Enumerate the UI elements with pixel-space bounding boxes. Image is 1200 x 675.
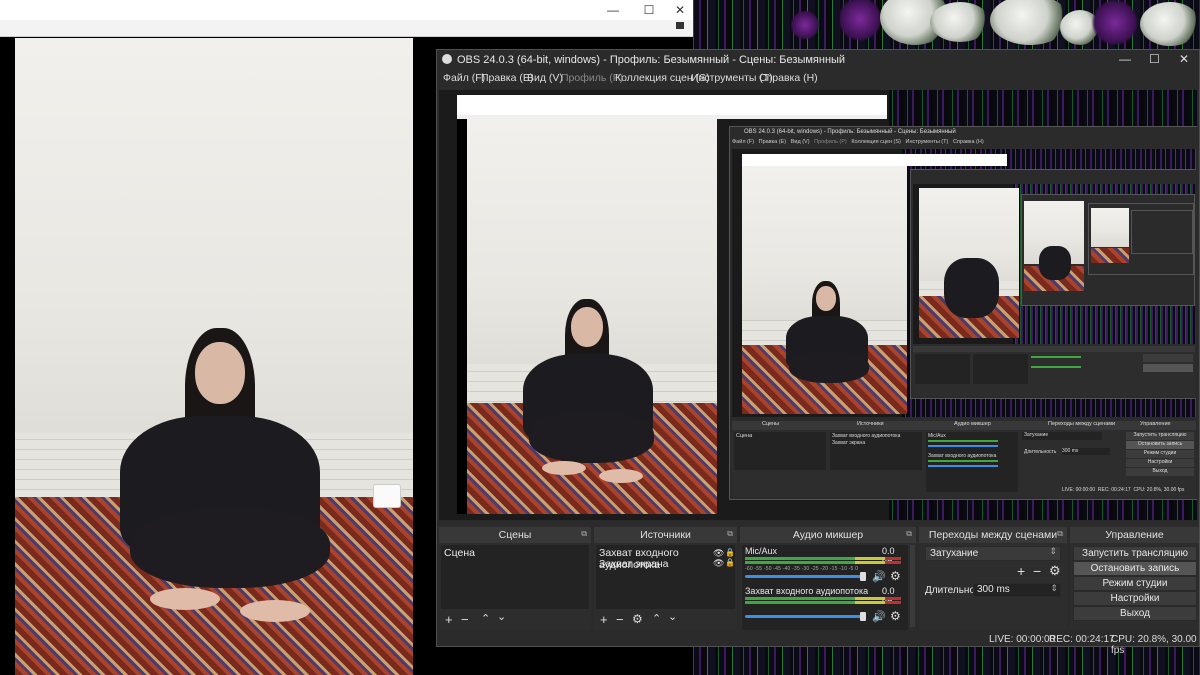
exit-button[interactable]: Выход bbox=[1073, 606, 1197, 621]
dock-float-icon[interactable]: ⧉ bbox=[581, 529, 587, 539]
obs-close-button[interactable]: ✕ bbox=[1179, 52, 1189, 66]
webcam-video-frame bbox=[15, 38, 413, 675]
obs-minimize-button[interactable]: — bbox=[1119, 52, 1131, 66]
obs-statusbar: LIVE: 00:00:00 REC: 00:24:17 CPU: 20.8%,… bbox=[437, 634, 1199, 656]
move-source-up-button[interactable]: ⌃ bbox=[652, 613, 661, 626]
spinner-icon: ⇕ bbox=[1050, 583, 1058, 593]
settings-button[interactable]: Настройки bbox=[1073, 591, 1197, 606]
menu-profile[interactable]: Профиль (P) bbox=[561, 72, 623, 84]
move-scene-up-button[interactable]: ⌃ bbox=[481, 613, 490, 626]
mixer-settings-gear-icon[interactable]: ⚙ bbox=[890, 569, 901, 583]
rec-timer: REC: 00:24:17 bbox=[1049, 634, 1115, 645]
remove-source-button[interactable]: − bbox=[616, 613, 624, 626]
obs-window-title: OBS 24.0.3 (64-bit, windows) - Профиль: … bbox=[457, 54, 846, 66]
mixer-scrollbar[interactable] bbox=[910, 545, 915, 627]
transitions-dock: Переходы между сценами ⧉ Затухание ⇕ + −… bbox=[919, 527, 1067, 630]
controls-dock-header: Управление bbox=[1070, 527, 1199, 543]
obs-main-window: OBS 24.0.3 (64-bit, windows) - Профиль: … bbox=[436, 49, 1200, 656]
cpu-fps: CPU: 20.8%, 30.00 fps bbox=[1111, 634, 1197, 656]
volume-slider-handle[interactable] bbox=[860, 572, 866, 581]
move-scene-down-button[interactable]: ⌄ bbox=[497, 611, 506, 624]
obs-titlebar: OBS 24.0.3 (64-bit, windows) - Профиль: … bbox=[437, 50, 1199, 70]
chevron-updown-icon: ⇕ bbox=[1049, 546, 1057, 556]
stop-recording-button[interactable]: Остановить запись bbox=[1073, 561, 1197, 576]
duration-input[interactable]: 300 ms ⇕ bbox=[973, 583, 1061, 597]
sources-dock: Источники ⧉ Захват входного аудиопотока … bbox=[594, 527, 737, 630]
close-button[interactable]: ✕ bbox=[667, 0, 693, 20]
transition-settings-gear-icon[interactable]: ⚙ bbox=[1049, 564, 1061, 577]
minimize-button[interactable]: — bbox=[600, 0, 626, 20]
transitions-dock-header: Переходы между сценами bbox=[919, 527, 1067, 543]
mixer-settings-gear-icon[interactable]: ⚙ bbox=[890, 609, 901, 623]
scenes-dock-header: Сцены bbox=[439, 527, 591, 543]
remove-transition-button[interactable]: − bbox=[1033, 564, 1041, 578]
speaker-icon[interactable]: 🔊 bbox=[872, 570, 886, 583]
preview-nested-video bbox=[457, 119, 717, 514]
remove-scene-button[interactable]: − bbox=[461, 613, 469, 626]
sources-list[interactable]: Захват входного аудиопотока Захват экран… bbox=[596, 545, 735, 609]
video-window-titlebar: — ☐ ✕ bbox=[0, 0, 693, 21]
mixer-channel-name: Захват входного аудиопотока bbox=[745, 586, 869, 596]
volume-slider-handle[interactable] bbox=[860, 612, 866, 621]
menu-edit[interactable]: Правка (E) bbox=[481, 72, 533, 84]
dock-float-icon[interactable]: ⧉ bbox=[727, 529, 733, 539]
obs-logo-icon bbox=[442, 54, 452, 64]
transition-select[interactable]: Затухание ⇕ bbox=[925, 546, 1061, 561]
menu-view[interactable]: Вид (V) bbox=[527, 72, 563, 84]
dock-float-icon[interactable]: ⧉ bbox=[1057, 529, 1063, 539]
nested-obs-window: OBS 24.0.3 (64-bit, windows) - Профиль: … bbox=[729, 126, 1197, 500]
maximize-button[interactable]: ☐ bbox=[636, 0, 662, 20]
move-source-down-button[interactable]: ⌄ bbox=[668, 611, 677, 624]
nested-obs-title: OBS 24.0.3 (64-bit, windows) - Профиль: … bbox=[744, 129, 956, 135]
sources-dock-header: Источники bbox=[594, 527, 737, 543]
camera-icon[interactable] bbox=[676, 22, 684, 29]
obs-preview[interactable]: OBS 24.0.3 (64-bit, windows) - Профиль: … bbox=[439, 90, 1197, 520]
lock-icon[interactable]: 🔒 bbox=[725, 548, 735, 557]
scenes-list[interactable]: Сцена bbox=[441, 545, 589, 609]
menu-file[interactable]: Файл (F) bbox=[443, 72, 485, 84]
source-item[interactable]: Захват экрана bbox=[599, 558, 669, 570]
visibility-eye-icon[interactable]: 👁 bbox=[713, 558, 724, 569]
studio-mode-button[interactable]: Режим студии bbox=[1073, 576, 1197, 591]
audio-mixer-dock: Аудио микшер ⧉ Mic/Aux 0.0 dB -60 -55 -5… bbox=[740, 527, 916, 630]
lock-icon[interactable]: 🔒 bbox=[725, 558, 735, 567]
add-transition-button[interactable]: + bbox=[1017, 564, 1025, 578]
mixer-channel-name: Mic/Aux bbox=[745, 546, 778, 556]
mixer-channels: Mic/Aux 0.0 dB -60 -55 -50 -45 -40 -35 -… bbox=[742, 545, 908, 630]
source-properties-gear-icon[interactable]: ⚙ bbox=[632, 613, 643, 626]
add-source-button[interactable]: + bbox=[600, 613, 608, 626]
obs-menubar: Файл (F) Правка (E) Вид (V) Профиль (P) … bbox=[437, 70, 1199, 88]
scenes-dock: Сцены ⧉ Сцена + − ⌃ ⌄ bbox=[439, 527, 591, 630]
audio-mixer-header: Аудио микшер bbox=[740, 527, 916, 543]
nested-obs-menu: Файл (F) Правка (E) Вид (V) Профиль (P) … bbox=[732, 139, 984, 145]
live-timer: LIVE: 00:00:00 bbox=[989, 634, 1056, 645]
scene-item[interactable]: Сцена bbox=[444, 547, 475, 559]
preview-nested-titlebar bbox=[457, 95, 887, 115]
menu-help[interactable]: Справка (H) bbox=[759, 72, 818, 84]
add-scene-button[interactable]: + bbox=[445, 613, 453, 626]
volume-slider[interactable] bbox=[745, 615, 863, 618]
speaker-icon[interactable]: 🔊 bbox=[872, 610, 886, 623]
dock-float-icon[interactable]: ⧉ bbox=[906, 529, 912, 539]
video-window-toolbar bbox=[0, 20, 693, 37]
controls-dock: Управление Запустить трансляцию Останови… bbox=[1070, 527, 1199, 630]
volume-slider[interactable] bbox=[745, 575, 863, 578]
start-streaming-button[interactable]: Запустить трансляцию bbox=[1073, 546, 1197, 561]
obs-maximize-button[interactable]: ☐ bbox=[1149, 52, 1160, 66]
